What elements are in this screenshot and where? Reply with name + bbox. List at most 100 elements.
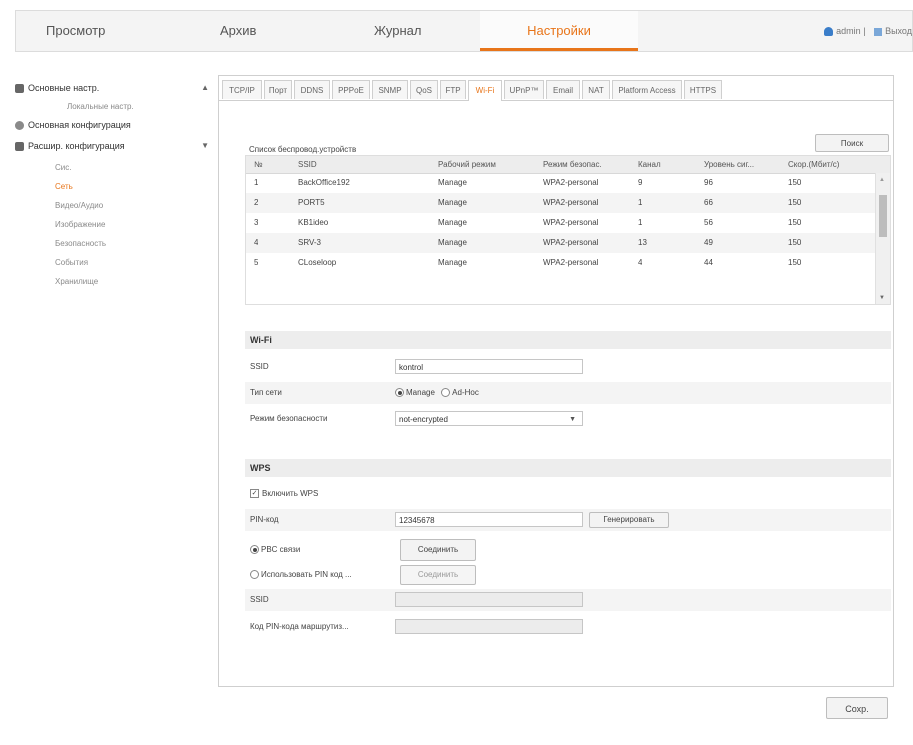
col-no: № <box>254 160 263 169</box>
chevron-down-icon: ▼ <box>569 416 576 423</box>
enable-wps-checkbox[interactable]: ✓ <box>250 489 259 499</box>
use-pin-radio[interactable] <box>250 570 259 580</box>
wifi-section-heading: Wi-Fi <box>245 331 891 349</box>
tab-port[interactable]: Порт <box>264 80 292 99</box>
logout-icon <box>874 27 883 36</box>
table-row[interactable]: 2 PORT5 Manage WPA2-personal 1 66 150 <box>246 193 890 213</box>
router-pin-input[interactable] <box>395 619 583 634</box>
top-navigation: Просмотр Архив Журнал Настройки admin | … <box>15 10 913 52</box>
sidebar-item-image[interactable]: Изображение <box>55 220 105 229</box>
sidebar: Основные настр. ▲ Локальные настр. Основ… <box>15 75 215 725</box>
sidebar-item-storage[interactable]: Хранилище <box>55 277 98 286</box>
collapse-arrow-icon[interactable]: ▲ <box>201 83 209 92</box>
scroll-thumb[interactable] <box>879 195 887 237</box>
table-scrollbar[interactable]: ▲ ▼ <box>875 173 890 304</box>
tab-snmp[interactable]: SNMP <box>372 80 408 99</box>
security-mode-row: Режим безопасности not-encrypted ▼ <box>245 408 891 430</box>
col-channel: Канал <box>638 160 661 169</box>
sidebar-item-events[interactable]: События <box>55 258 88 267</box>
sidebar-section-local[interactable]: Основные настр. <box>15 83 99 94</box>
network-type-label: Тип сети <box>250 388 282 397</box>
col-security: Режим безопас. <box>543 160 602 169</box>
wps-section-heading: WPS <box>245 459 891 477</box>
nav-tab-live-view[interactable]: Просмотр <box>46 11 136 51</box>
username[interactable]: admin <box>836 26 861 36</box>
separator: | <box>863 26 866 36</box>
use-pin-radio-group[interactable]: Использовать PIN код ... <box>250 563 352 587</box>
user-icon <box>824 27 834 37</box>
pbc-row: PBC связи Соединить <box>245 537 891 563</box>
manage-radio[interactable] <box>395 388 404 398</box>
sidebar-item-video-audio[interactable]: Видео/Аудио <box>55 201 103 210</box>
manage-radio-label: Manage <box>406 388 435 397</box>
tab-wifi[interactable]: Wi-Fi <box>468 80 502 101</box>
pbc-label: PBC связи <box>261 545 301 554</box>
pbc-connect-button[interactable]: Соединить <box>400 539 476 561</box>
tab-email[interactable]: Email <box>546 80 580 99</box>
sidebar-item-local-config[interactable]: Локальные настр. <box>67 102 134 111</box>
search-button[interactable]: Поиск <box>815 134 889 152</box>
col-speed: Скор.(Мбит/с) <box>788 160 840 169</box>
ssid-label: SSID <box>250 362 269 371</box>
pin-code-row: PIN-код 12345678 Генерировать <box>245 509 891 531</box>
enable-wps-row: ✓ Включить WPS <box>245 483 891 505</box>
security-mode-select[interactable]: not-encrypted ▼ <box>395 411 583 426</box>
tab-upnp[interactable]: UPnP™ <box>504 80 544 99</box>
nav-tab-configuration[interactable]: Настройки <box>480 11 638 51</box>
monitor-icon <box>15 84 24 94</box>
network-type-radios: Manage Ad-Hoc <box>395 382 479 404</box>
expand-arrow-icon[interactable]: ▼ <box>201 141 209 150</box>
user-area: admin | Выход <box>824 11 912 51</box>
wrench-icon <box>15 142 24 152</box>
pin-code-label: PIN-код <box>250 515 279 524</box>
ssid-input[interactable]: kontrol <box>395 359 583 374</box>
ssid-row: SSID kontrol <box>245 356 891 378</box>
generate-button[interactable]: Генерировать <box>589 512 669 528</box>
tab-nat[interactable]: NAT <box>582 80 610 99</box>
wireless-table: № SSID Рабочий режим Режим безопас. Кана… <box>245 155 891 305</box>
col-mode: Рабочий режим <box>438 160 496 169</box>
save-button[interactable]: Сохр. <box>826 697 888 719</box>
wps-ssid-label: SSID <box>250 595 269 604</box>
wps-ssid-row: SSID <box>245 589 891 611</box>
adhoc-radio-label: Ad-Hoc <box>452 388 479 397</box>
pbc-radio[interactable] <box>250 545 259 555</box>
enable-wps-label: Включить WPS <box>262 489 319 498</box>
wireless-list-title: Список беспровод.устройств <box>249 145 357 154</box>
sidebar-section-advanced-config[interactable]: Расшир. конфигурация <box>15 141 125 152</box>
router-pin-label: Код PIN-кода маршрутиз... <box>250 622 349 631</box>
logout-link[interactable]: Выход <box>885 26 912 36</box>
sidebar-section-basic-config[interactable]: Основная конфигурация <box>15 120 131 131</box>
pbc-radio-group[interactable]: PBC связи <box>250 537 300 563</box>
wps-ssid-input[interactable] <box>395 592 583 607</box>
sidebar-item-security[interactable]: Безопасность <box>55 239 106 248</box>
sidebar-item-network[interactable]: Сеть <box>55 182 73 191</box>
tab-platform-access[interactable]: Platform Access <box>612 80 682 99</box>
tab-https[interactable]: HTTPS <box>684 80 722 99</box>
scroll-up-icon[interactable]: ▲ <box>879 177 885 183</box>
pin-connect-button[interactable]: Соединить <box>400 565 476 585</box>
table-row[interactable]: 3 KB1ideo Manage WPA2-personal 1 56 150 <box>246 213 890 233</box>
pin-code-input[interactable]: 12345678 <box>395 512 583 527</box>
table-header: № SSID Рабочий режим Режим безопас. Кана… <box>246 156 890 174</box>
sidebar-item-system[interactable]: Сис. <box>55 163 71 172</box>
table-row[interactable]: 4 SRV-3 Manage WPA2-personal 13 49 150 <box>246 233 890 253</box>
use-pin-row: Использовать PIN код ... Соединить <box>245 563 891 587</box>
table-row[interactable]: 1 BackOffice192 Manage WPA2-personal 9 96 150 <box>246 173 890 193</box>
network-type-row: Тип сети Manage Ad-Hoc <box>245 382 891 404</box>
tab-tcpip[interactable]: TCP/IP <box>222 80 262 99</box>
adhoc-radio[interactable] <box>441 388 451 398</box>
settings-icon <box>15 121 24 131</box>
tab-ddns[interactable]: DDNS <box>294 80 330 99</box>
col-ssid: SSID <box>298 160 317 169</box>
scroll-down-icon[interactable]: ▼ <box>879 295 885 301</box>
col-signal: Уровень сиг... <box>704 160 755 169</box>
enable-wps-checkbox-group[interactable]: ✓ Включить WPS <box>250 483 318 505</box>
tab-qos[interactable]: QoS <box>410 80 438 99</box>
nav-tab-log[interactable]: Журнал <box>374 11 454 51</box>
tab-pppoe[interactable]: PPPoE <box>332 80 370 99</box>
tab-ftp[interactable]: FTP <box>440 80 466 99</box>
table-row[interactable]: 5 CLoseloop Manage WPA2-personal 4 44 150 <box>246 253 890 273</box>
security-mode-label: Режим безопасности <box>250 414 328 423</box>
nav-tab-playback[interactable]: Архив <box>220 11 290 51</box>
